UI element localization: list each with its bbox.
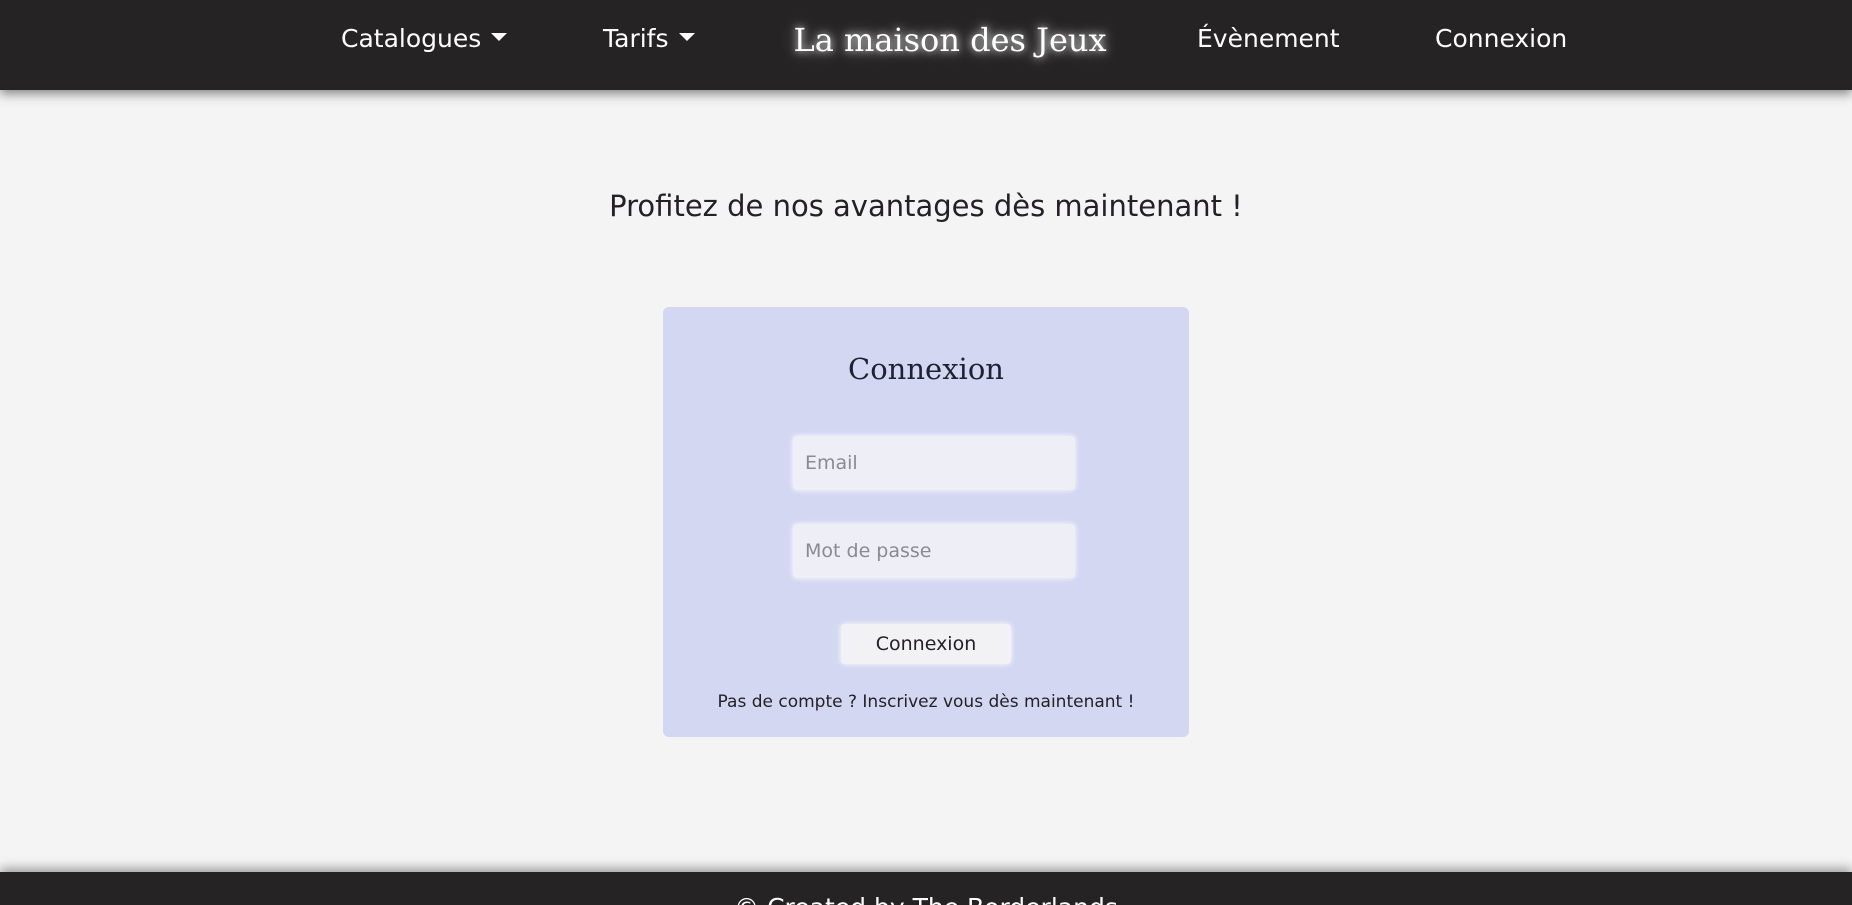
caret-down-icon (491, 33, 508, 41)
signup-link[interactable]: Pas de compte ? Inscrivez vous dès maint… (663, 689, 1189, 715)
nav-item-connexion[interactable]: Connexion (1435, 22, 1567, 56)
nav-item-tarifs[interactable]: Tarifs (603, 22, 695, 56)
password-field[interactable] (793, 524, 1075, 578)
nav-item-tarifs-label: Tarifs (603, 24, 669, 53)
nav-item-catalogues[interactable]: Catalogues (341, 22, 508, 56)
nav-item-evenement-label: Évènement (1197, 24, 1340, 53)
page-footer: © Created by The Borderlands (0, 872, 1852, 905)
caret-down-icon (678, 33, 695, 41)
nav-item-connexion-label: Connexion (1435, 24, 1568, 53)
footer-credit: © Created by The Borderlands (0, 892, 1852, 905)
page-headline: Profitez de nos avantages dès maintenant… (609, 189, 1243, 223)
login-card: Connexion Connexion Pas de compte ? Insc… (663, 307, 1189, 737)
email-field[interactable] (793, 436, 1075, 490)
nav-item-catalogues-label: Catalogues (341, 24, 482, 53)
site-brand[interactable]: La maison des Jeux (760, 18, 1140, 62)
login-title: Connexion (848, 352, 1004, 386)
top-navbar: Catalogues Tarifs La maison des Jeux Évè… (0, 0, 1852, 90)
nav-item-evenement[interactable]: Évènement (1197, 22, 1340, 56)
login-button[interactable]: Connexion (841, 624, 1011, 664)
